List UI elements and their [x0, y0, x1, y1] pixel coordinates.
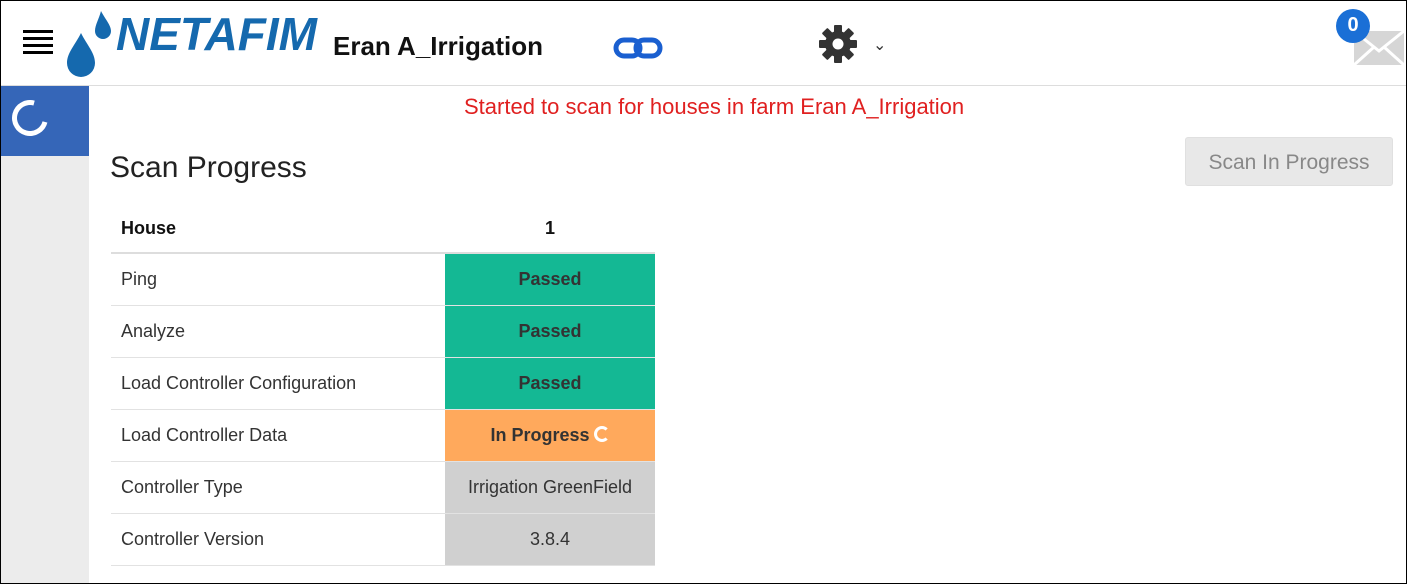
row-label: Analyze [111, 305, 445, 358]
loading-ring-icon [5, 93, 55, 143]
scan-status-message: Started to scan for houses in farm Eran … [464, 94, 965, 119]
row-label: Load Controller Data [111, 409, 445, 462]
row-label: Controller Version [111, 513, 445, 566]
row-label: Ping [111, 253, 445, 306]
column-header-house: House [111, 205, 445, 254]
scan-in-progress-button[interactable]: Scan In Progress [1185, 137, 1393, 186]
row-label: Load Controller Configuration [111, 357, 445, 410]
status-cell: 3.8.4 [445, 513, 655, 566]
scan-progress-table: House 1 Ping Passed Analyze Passed Load … [111, 205, 655, 566]
menu-icon[interactable] [23, 30, 53, 54]
table-header-row: House 1 [111, 205, 655, 254]
status-cell: In Progress [445, 409, 655, 462]
table-row: Analyze Passed [111, 305, 655, 358]
link-icon[interactable] [613, 35, 663, 61]
status-cell: Passed [445, 357, 655, 410]
table-row: Load Controller Configuration Passed [111, 357, 655, 410]
table-row: Controller Version 3.8.4 [111, 513, 655, 566]
status-cell: Passed [445, 305, 655, 358]
gear-icon[interactable] [816, 24, 860, 64]
chevron-down-icon[interactable]: ⌄ [873, 35, 886, 55]
status-text: In Progress [490, 425, 590, 445]
table-row: Ping Passed [111, 253, 655, 306]
notification-badge: 0 [1336, 9, 1370, 43]
page-title: Scan Progress [110, 151, 307, 184]
status-cell: Passed [445, 253, 655, 306]
sidebar [1, 86, 89, 583]
brand-logo-text: NETAFIM [116, 8, 318, 60]
spinner-icon [593, 426, 610, 442]
table-row: Load Controller Data In Progress [111, 409, 655, 462]
farm-name: Eran A_Irrigation [333, 31, 543, 61]
sidebar-refresh-button[interactable] [1, 86, 89, 156]
logo-drops-icon [67, 11, 111, 77]
column-header-house-number: 1 [445, 205, 655, 254]
top-bar: NETAFIM Eran A_Irrigation ⌄ 0 [1, 1, 1406, 86]
status-cell: Irrigation GreenField [445, 461, 655, 514]
row-label: Controller Type [111, 461, 445, 514]
table-row: Controller Type Irrigation GreenField [111, 461, 655, 514]
